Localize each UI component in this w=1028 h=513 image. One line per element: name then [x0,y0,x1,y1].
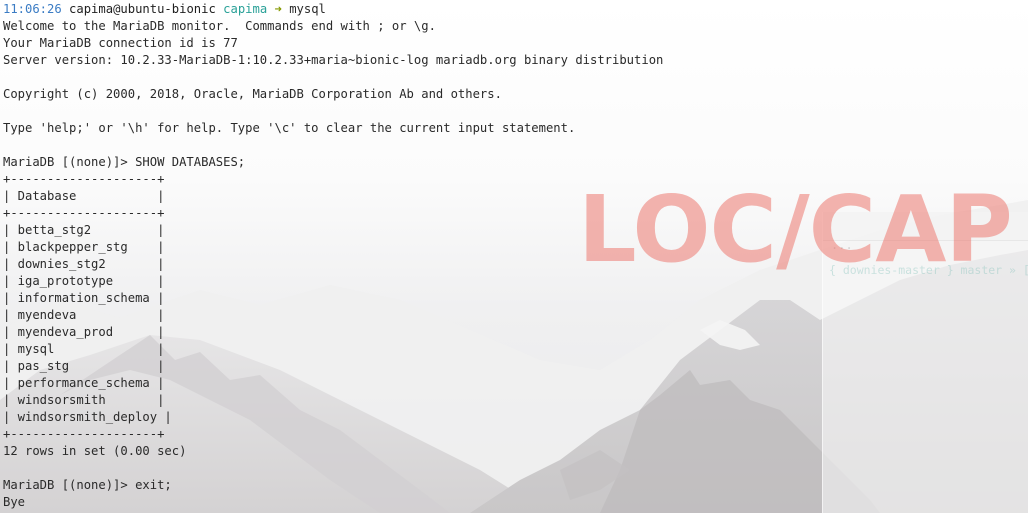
sql-command-line: MariaDB [(none)]> exit; [3,478,172,492]
prompt-directory: capima [223,2,268,16]
prompt-time: 11:06:26 [3,2,62,16]
sql-command-line: MariaDB [(none)]> SHOW DATABASES; [3,155,246,169]
output-line: Copyright (c) 2000, 2018, Oracle, MariaD… [3,87,502,101]
output-line: Server version: 10.2.33-MariaDB-1:10.2.3… [3,53,664,67]
table-row: | information_schema | [3,291,165,305]
result-summary: 12 rows in set (0.00 sec) [3,444,187,458]
prompt-user-host: capima@ubuntu-bionic [69,2,216,16]
prompt-arrow-icon: ➜ [274,2,282,16]
table-row: | windsorsmith_deploy | [3,410,172,424]
prompt-command: mysql [289,2,326,16]
table-row: | performance_schema | [3,376,165,390]
table-row: | myendeva | [3,308,165,322]
table-row: | pas_stg | [3,359,165,373]
table-row: | windsorsmith | [3,393,165,407]
output-line: Type 'help;' or '\h' for help. Type '\c'… [3,121,576,135]
output-line: Your MariaDB connection id is 77 [3,36,238,50]
output-line: Bye [3,495,26,509]
output-line: Welcome to the MariaDB monitor. Commands… [3,19,436,33]
shell-prompt-line: 11:06:26 capima@ubuntu-bionic capima ➜ m… [3,1,1023,18]
table-border: +--------------------+ [3,427,165,441]
table-row: | myendeva_prod | [3,325,165,339]
table-row: | mysql | [3,342,165,356]
watermark-text: LOC/CAP [578,176,1013,283]
